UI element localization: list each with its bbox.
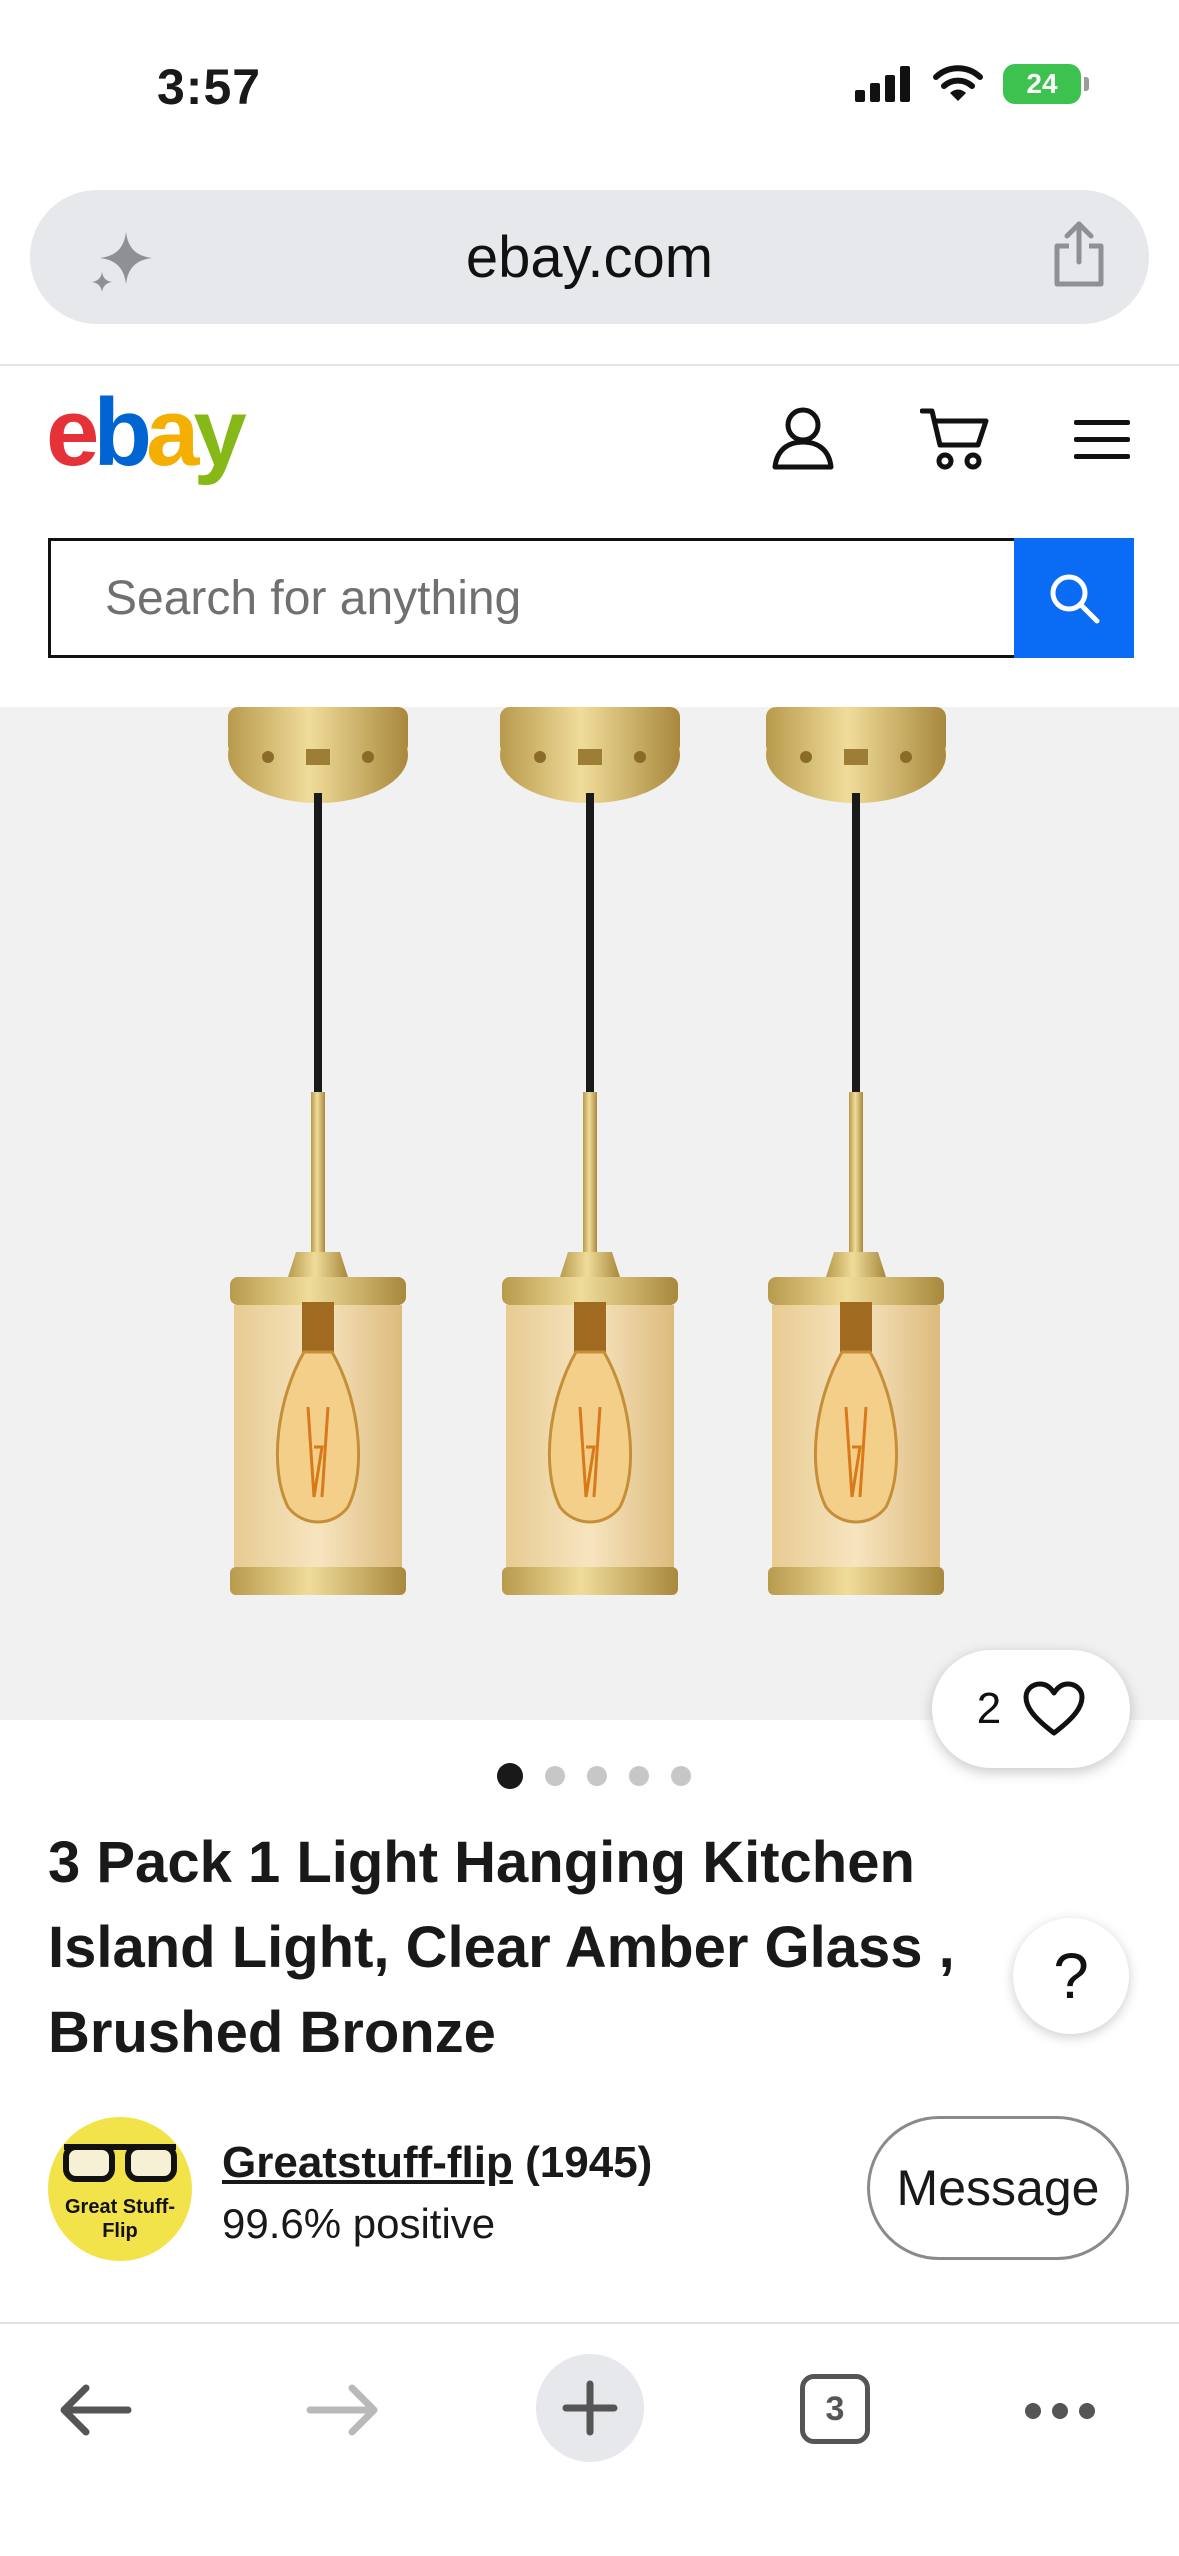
seller-avatar[interactable]: Great Stuff- Flip xyxy=(48,2117,192,2261)
watch-count: 2 xyxy=(976,1684,1002,1733)
help-button[interactable]: ? xyxy=(1013,1918,1129,2034)
seller-name-link[interactable]: Greatstuff-flip xyxy=(222,2138,513,2187)
tabs-button[interactable]: 3 xyxy=(800,2374,870,2444)
tabs-count: 3 xyxy=(825,2389,845,2428)
account-icon[interactable] xyxy=(770,405,836,471)
pagination-dot[interactable] xyxy=(628,1766,649,1786)
wifi-icon xyxy=(933,65,983,101)
pagination-dot-active[interactable] xyxy=(496,1763,523,1789)
image-pagination[interactable] xyxy=(0,1763,1179,1789)
message-label: Message xyxy=(896,2160,1100,2216)
more-options-icon[interactable] xyxy=(1024,2402,1096,2420)
status-bar: 3:57 24 xyxy=(0,0,1179,170)
forward-arrow-icon[interactable] xyxy=(306,2382,380,2438)
product-image[interactable] xyxy=(0,707,1179,1720)
seller-info: Greatstuff-flip (1945) xyxy=(222,2138,652,2188)
pagination-dot[interactable] xyxy=(670,1766,691,1786)
battery-level: 24 xyxy=(1026,68,1058,99)
search-button[interactable] xyxy=(1014,538,1134,658)
address-bar[interactable]: ebay.com xyxy=(30,190,1149,324)
cart-icon[interactable] xyxy=(920,405,990,471)
heart-icon xyxy=(1023,1681,1085,1736)
pagination-dot[interactable] xyxy=(586,1766,607,1786)
product-image-gallery[interactable] xyxy=(0,707,1179,1720)
divider xyxy=(0,364,1179,366)
help-label: ? xyxy=(1053,1940,1089,2012)
url-text[interactable]: ebay.com xyxy=(30,224,1149,291)
browser-toolbar: 3 xyxy=(0,2324,1179,2556)
seller-feedback-count: (1945) xyxy=(525,2138,653,2187)
status-time: 3:57 xyxy=(157,59,262,115)
share-icon[interactable] xyxy=(1049,220,1109,290)
back-arrow-icon[interactable] xyxy=(58,2382,132,2438)
battery-icon: 24 xyxy=(1003,64,1089,104)
seller-positive-rating: 99.6% positive xyxy=(222,2200,496,2247)
seller-avatar-text: Great Stuff- Flip xyxy=(65,2196,175,2242)
product-title: 3 Pack 1 Light Hanging Kitchen Island Li… xyxy=(48,1830,955,2065)
message-seller-button[interactable]: Message xyxy=(867,2116,1129,2260)
new-tab-button[interactable] xyxy=(536,2354,644,2462)
plus-icon xyxy=(562,2380,618,2436)
search-icon xyxy=(1050,574,1100,624)
search-input[interactable] xyxy=(51,541,1016,655)
watch-button[interactable]: 2 xyxy=(932,1650,1130,1768)
glasses-icon xyxy=(63,2144,177,2182)
status-icons: 24 xyxy=(855,64,1089,104)
search-box[interactable] xyxy=(48,538,1016,658)
pagination-dot[interactable] xyxy=(544,1766,565,1786)
ebay-logo[interactable]: ebay xyxy=(46,385,247,481)
menu-icon[interactable] xyxy=(1074,418,1130,462)
cellular-signal-icon xyxy=(855,66,910,102)
